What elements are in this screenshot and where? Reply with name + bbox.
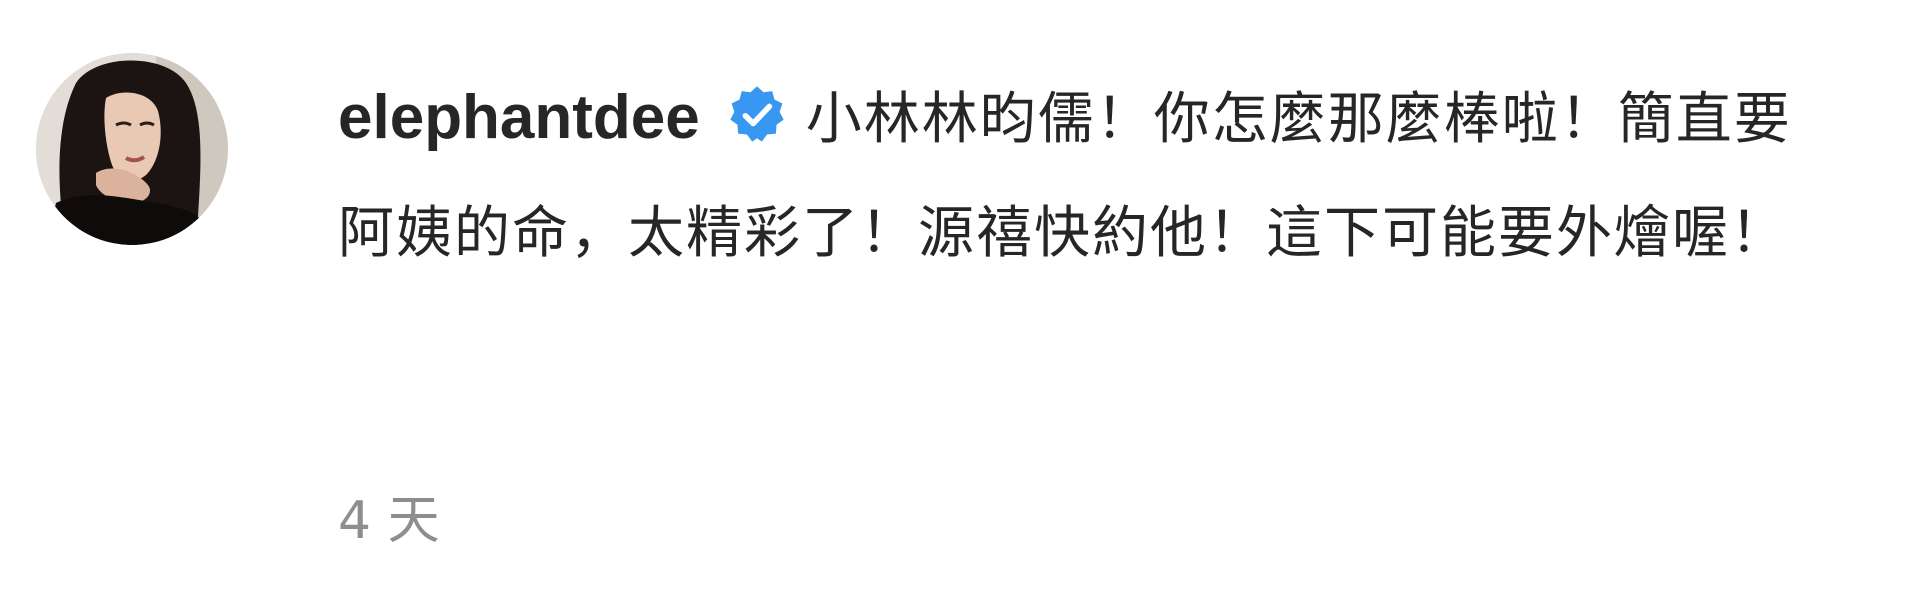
avatar[interactable] — [36, 53, 228, 245]
username-link[interactable]: elephantdee — [338, 83, 700, 152]
comment-body: elephantdee 小林林昀儒！你怎麼那麼棒啦！簡直要阿姨的命，太精彩了！源禧… — [338, 62, 1798, 290]
verified-badge-icon — [726, 84, 788, 146]
comment-content: elephantdee 小林林昀儒！你怎麼那麼棒啦！簡直要阿姨的命，太精彩了！源禧… — [338, 62, 1798, 290]
comment-timestamp[interactable]: 4 天 — [338, 478, 440, 553]
avatar-photo — [36, 53, 228, 245]
comment: elephantdee 小林林昀儒！你怎麼那麼棒啦！簡直要阿姨的命，太精彩了！源禧… — [0, 0, 1920, 600]
